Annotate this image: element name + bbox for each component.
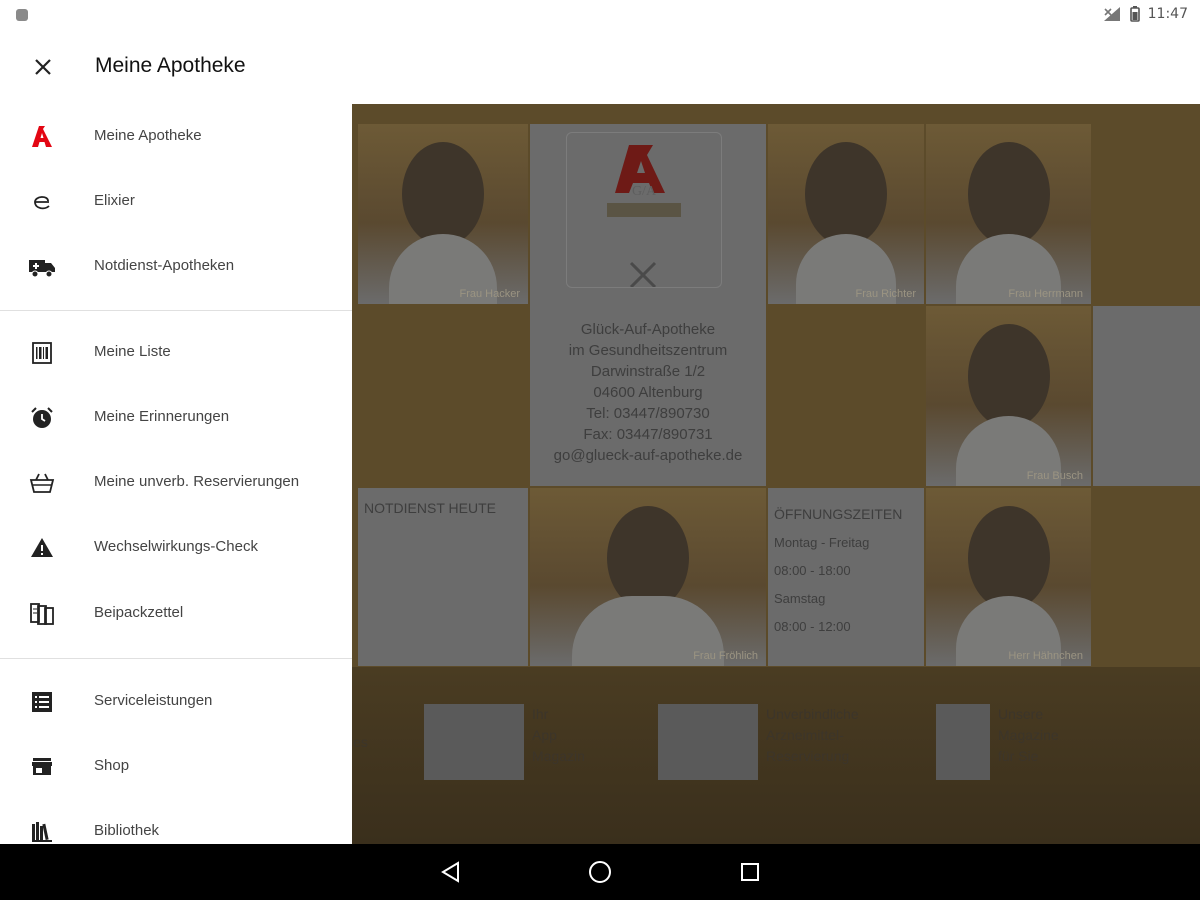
promo-app-magazin[interactable]: Ihr App Magazin bbox=[424, 704, 585, 780]
signal-icon bbox=[1103, 7, 1120, 21]
staff-tile: Frau Busch bbox=[926, 306, 1091, 486]
service-list-icon bbox=[28, 688, 56, 716]
system-navigation-bar bbox=[0, 844, 1200, 900]
close-button[interactable] bbox=[28, 52, 58, 82]
warning-icon bbox=[28, 534, 56, 562]
list-barcode-icon bbox=[28, 339, 56, 367]
menu-item-notdienst-apotheken[interactable]: Notdienst-Apotheken bbox=[0, 235, 352, 299]
navigation-drawer: Meine Apotheke Elixier Notdienst-Apothek… bbox=[0, 104, 352, 844]
pharmacy-logo: G/A bbox=[566, 132, 722, 289]
menu-item-shop[interactable]: Shop bbox=[0, 735, 352, 799]
pharmacy-info-tile: G/A Glück-Auf-Apotheke im Gesundheitszen… bbox=[530, 124, 766, 486]
status-right: 11:47 bbox=[1102, 6, 1188, 22]
close-icon bbox=[35, 59, 51, 75]
staff-tile: Herr Hähnchen bbox=[926, 488, 1091, 666]
home-grid-dimmed[interactable]: Frau Hacker G/A Glück-Auf-Apotheke im Ge… bbox=[350, 104, 1200, 844]
home-button[interactable] bbox=[586, 858, 614, 886]
back-triangle-icon bbox=[441, 861, 459, 883]
blank-tile bbox=[1093, 306, 1200, 486]
opening-hours-tile[interactable]: ÖFFNUNGSZEITEN Montag - Freitag 08:00 - … bbox=[768, 488, 924, 666]
status-bar: 11:47 bbox=[0, 0, 1200, 30]
staff-tile: Frau Hacker bbox=[358, 124, 528, 304]
drawer-divider bbox=[0, 658, 352, 659]
recents-button[interactable] bbox=[736, 858, 764, 886]
notdienst-tile[interactable]: NOTDIENST HEUTE bbox=[358, 488, 528, 666]
library-icon bbox=[28, 818, 56, 846]
pharmacy-address: Glück-Auf-Apotheke im Gesundheitszentrum… bbox=[553, 321, 743, 464]
alarm-clock-icon bbox=[28, 404, 56, 432]
staff-tile: Frau Herrmann bbox=[926, 124, 1091, 304]
ambulance-icon bbox=[28, 253, 56, 281]
drawer-divider bbox=[0, 310, 352, 311]
menu-item-reservierungen[interactable]: Meine unverb. Reservierungen bbox=[0, 451, 352, 515]
magazine-cover-thumbnail bbox=[936, 704, 990, 780]
store-icon bbox=[28, 753, 56, 781]
pharmacy-a-icon bbox=[28, 123, 56, 151]
page-title: Meine Apotheke bbox=[95, 54, 246, 77]
back-button[interactable] bbox=[437, 858, 465, 886]
notification-icon bbox=[16, 9, 28, 21]
staff-tile: Frau Richter bbox=[768, 124, 924, 304]
promo-reservierung[interactable]: Unverbindliche Arzneimittel- Reservierun… bbox=[658, 704, 859, 780]
menu-item-elixier[interactable]: Elixier bbox=[0, 170, 352, 234]
opening-hours: ÖFFNUNGSZEITEN Montag - Freitag 08:00 - … bbox=[774, 506, 903, 634]
menu-item-meine-erinnerungen[interactable]: Meine Erinnerungen bbox=[0, 386, 352, 450]
menu-item-meine-liste[interactable]: Meine Liste bbox=[0, 321, 352, 385]
staff-tile: Frau Fröhlich bbox=[530, 488, 766, 666]
menu-item-beipackzettel[interactable]: Beipackzettel bbox=[0, 582, 352, 646]
reservation-thumbnail bbox=[658, 704, 758, 780]
menu-item-serviceleistungen[interactable]: Serviceleistungen bbox=[0, 670, 352, 734]
promo-row: ies Ihr App Magazin Unverbindliche Arzne… bbox=[350, 667, 1200, 844]
home-circle-icon bbox=[589, 861, 611, 883]
svg-text:G/A: G/A bbox=[632, 184, 657, 199]
menu-item-meine-apotheke[interactable]: Meine Apotheke bbox=[0, 105, 352, 169]
elixier-e-icon bbox=[28, 188, 56, 216]
recents-square-icon bbox=[741, 863, 759, 881]
leaflet-icon bbox=[28, 600, 56, 628]
magazine-thumbnail bbox=[424, 704, 524, 780]
menu-item-wechselwirkungs-check[interactable]: Wechselwirkungs-Check bbox=[0, 516, 352, 580]
basket-icon bbox=[28, 469, 56, 497]
clock: 11:47 bbox=[1147, 6, 1188, 22]
app-bar: Meine Apotheke bbox=[0, 30, 1200, 104]
promo-magazine[interactable]: Unsere Magazine für Sie bbox=[936, 704, 1059, 780]
battery-icon bbox=[1129, 6, 1140, 22]
